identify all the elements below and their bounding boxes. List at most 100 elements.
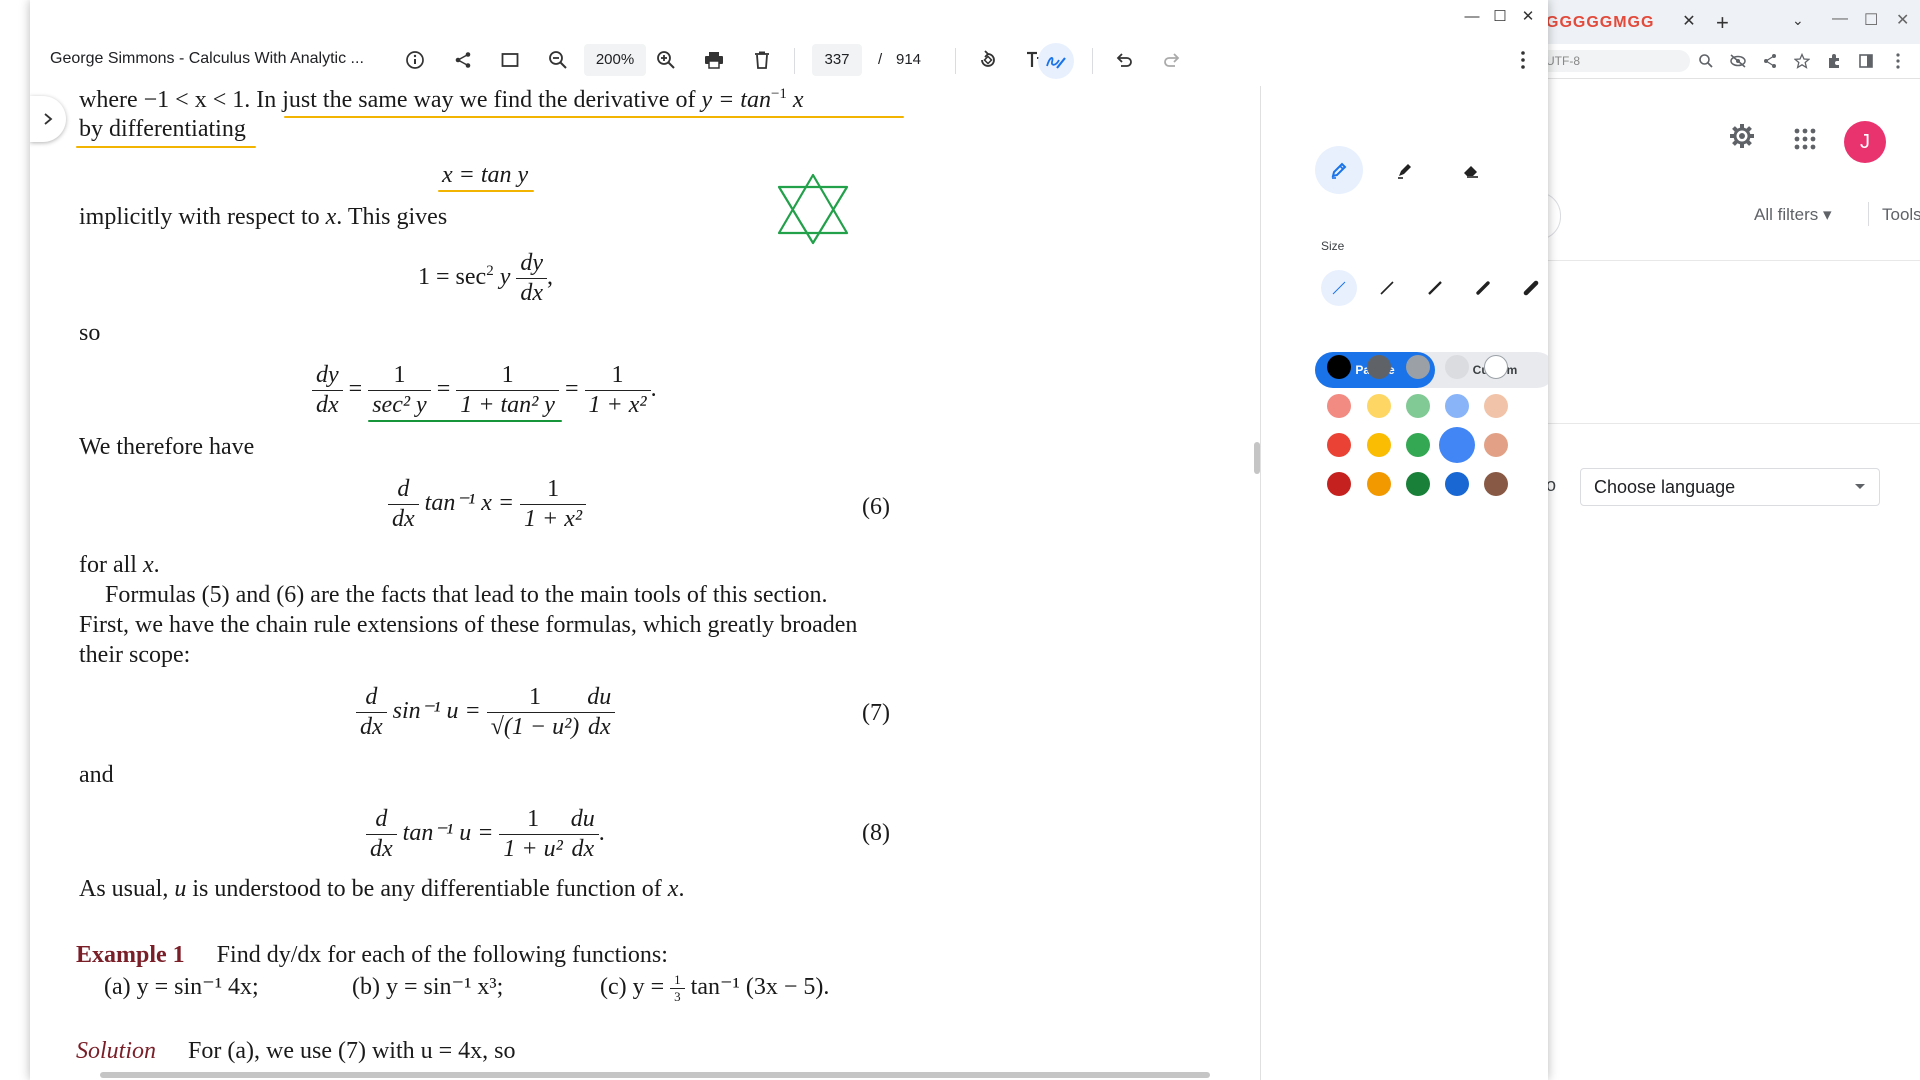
- color-swatch[interactable]: [1445, 355, 1469, 379]
- color-swatch[interactable]: [1445, 394, 1469, 418]
- settings-gear-icon[interactable]: [1728, 122, 1756, 155]
- text-fragment: . This gives: [336, 204, 448, 230]
- more-options-icon[interactable]: [1510, 47, 1536, 73]
- numerator: 1: [456, 362, 559, 391]
- filters-divider: [1868, 202, 1869, 226]
- fraction: 11 + u²: [499, 806, 567, 863]
- print-icon[interactable]: [701, 47, 727, 73]
- side-panel-icon[interactable]: [1855, 50, 1877, 72]
- undo-icon[interactable]: [1111, 47, 1137, 73]
- color-swatch[interactable]: [1484, 433, 1508, 457]
- color-swatch[interactable]: [1406, 394, 1430, 418]
- numerator: 1: [670, 972, 685, 989]
- eraser-tool-button[interactable]: [1447, 146, 1495, 194]
- rotate-icon[interactable]: [975, 47, 1001, 73]
- numerator: 1: [499, 806, 567, 835]
- denominator: 3: [674, 988, 681, 1004]
- color-swatch[interactable]: [1439, 427, 1475, 463]
- browser-menu-icon[interactable]: [1887, 50, 1909, 72]
- color-swatch[interactable]: [1327, 472, 1351, 496]
- numerator: du: [583, 684, 616, 713]
- zoom-out-icon[interactable]: [545, 47, 571, 73]
- zoom-icon[interactable]: [1695, 50, 1717, 72]
- size-option-3[interactable]: [1417, 270, 1453, 306]
- info-icon[interactable]: [402, 47, 428, 73]
- color-swatch[interactable]: [1327, 355, 1351, 379]
- solution-label: Solution: [76, 1038, 157, 1064]
- stroke-icon: [1476, 281, 1490, 295]
- address-bar[interactable]: UTF-8: [1542, 50, 1690, 72]
- fit-page-icon[interactable]: [497, 47, 523, 73]
- share-icon[interactable]: [1759, 50, 1781, 72]
- color-swatch[interactable]: [1406, 433, 1430, 457]
- yellow-highlight-stroke[interactable]: [76, 146, 256, 148]
- extensions-icon[interactable]: [1823, 50, 1845, 72]
- maximize-icon[interactable]: ☐: [1488, 6, 1512, 28]
- color-swatch[interactable]: [1484, 394, 1508, 418]
- denominator: √(1 − u²): [490, 713, 580, 740]
- denominator: 1 + u²: [503, 835, 563, 862]
- fraction: 11 + x²: [584, 362, 651, 419]
- color-swatch[interactable]: [1327, 394, 1351, 418]
- minimize-icon[interactable]: —: [1460, 6, 1484, 28]
- math-fragment: x: [325, 204, 337, 230]
- annotation-panel: Size Palette Custom: [1260, 86, 1548, 1080]
- color-swatch[interactable]: [1406, 355, 1430, 379]
- all-filters-button[interactable]: All filters ▾: [1754, 205, 1832, 225]
- star-icon[interactable]: [1791, 50, 1813, 72]
- size-option-5[interactable]: [1513, 270, 1548, 306]
- pen-tool-button[interactable]: [1315, 146, 1363, 194]
- fraction: dy dx: [516, 250, 547, 307]
- document-viewport[interactable]: where −1 < x < 1. In just the same way w…: [30, 86, 1260, 1080]
- eye-off-icon[interactable]: [1727, 50, 1749, 72]
- current-page-input[interactable]: 337: [812, 44, 862, 76]
- redo-icon[interactable]: [1159, 47, 1185, 73]
- size-option-1[interactable]: [1321, 270, 1357, 306]
- text-fragment: implicitly with respect to: [79, 204, 326, 230]
- numerator: d: [356, 684, 387, 713]
- text-fragment: for all: [79, 552, 143, 578]
- zoom-level-input[interactable]: 200%: [584, 44, 646, 76]
- toolbar-divider: [794, 48, 795, 74]
- minimize-icon[interactable]: —: [1832, 10, 1848, 28]
- annotate-button[interactable]: [1038, 43, 1074, 79]
- color-swatch[interactable]: [1367, 394, 1391, 418]
- math-fragment: tan⁻¹ u =: [396, 820, 500, 847]
- share-icon[interactable]: [450, 47, 476, 73]
- green-underline-stroke[interactable]: [368, 420, 562, 422]
- yellow-highlight-stroke[interactable]: [284, 116, 904, 118]
- color-swatch[interactable]: [1445, 472, 1469, 496]
- text-line: by differentiating: [79, 116, 246, 142]
- close-icon[interactable]: ✕: [1516, 6, 1540, 28]
- delete-icon[interactable]: [749, 47, 775, 73]
- color-swatch[interactable]: [1484, 472, 1508, 496]
- color-swatch[interactable]: [1406, 472, 1430, 496]
- eraser-icon: [1464, 166, 1478, 178]
- thin-stroke-icon: [1332, 281, 1346, 295]
- zoom-in-icon[interactable]: [653, 47, 679, 73]
- color-swatch[interactable]: [1367, 433, 1391, 457]
- size-option-2[interactable]: [1369, 270, 1405, 306]
- denominator: dx: [360, 713, 383, 740]
- language-select[interactable]: Choose language: [1580, 468, 1880, 506]
- maximize-icon[interactable]: ☐: [1864, 10, 1878, 30]
- hand-drawn-star-annotation[interactable]: [773, 171, 853, 249]
- account-avatar[interactable]: J: [1844, 121, 1886, 163]
- apps-grid-icon[interactable]: [1794, 128, 1816, 155]
- tab-favicons[interactable]: GGGGGMGG: [1546, 14, 1654, 32]
- numerator: d: [388, 476, 419, 505]
- highlighter-tool-button[interactable]: [1381, 146, 1429, 194]
- color-swatch[interactable]: [1367, 472, 1391, 496]
- tab-close-button[interactable]: ✕: [1678, 11, 1700, 33]
- new-tab-button[interactable]: +: [1716, 10, 1729, 36]
- horizontal-scrollbar[interactable]: [100, 1072, 1210, 1078]
- tools-button[interactable]: Tools: [1882, 205, 1920, 225]
- size-option-4[interactable]: [1465, 270, 1501, 306]
- close-icon[interactable]: ✕: [1896, 10, 1909, 30]
- color-swatch[interactable]: [1327, 433, 1351, 457]
- tab-search-chevron-icon[interactable]: ⌄: [1792, 12, 1804, 29]
- yellow-highlight-stroke[interactable]: [438, 190, 534, 192]
- math-fragment: y: [493, 264, 517, 291]
- color-swatch[interactable]: [1484, 355, 1508, 379]
- color-swatch[interactable]: [1367, 355, 1391, 379]
